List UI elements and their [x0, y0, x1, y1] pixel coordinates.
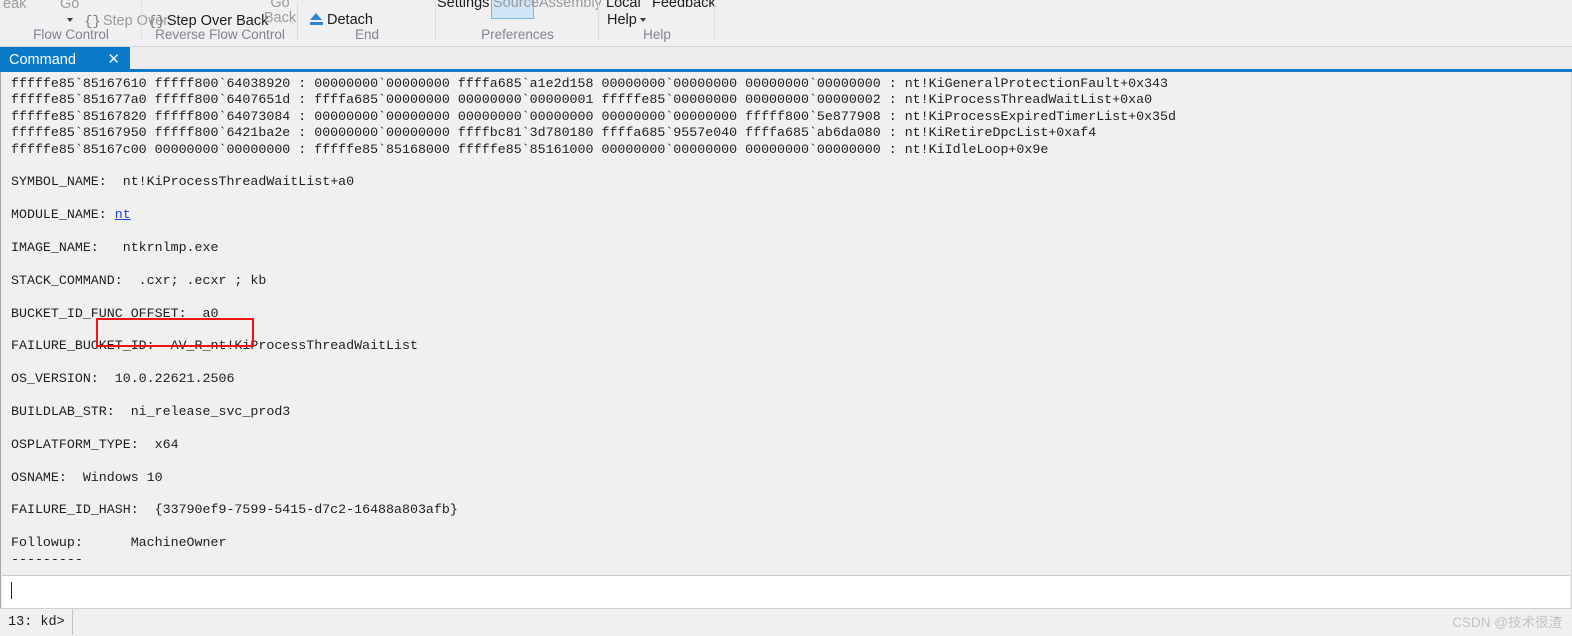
output-blank-line: [11, 388, 1567, 404]
output-field-line: BUILDLAB_STR: ni_release_svc_prod3: [11, 404, 291, 419]
ribbon-group-items: {} Step Over Back Go Back: [142, 0, 298, 30]
tab-command[interactable]: Command ✕: [0, 47, 130, 72]
ribbon-button-help-label: Help: [607, 12, 637, 28]
output-field-line: MODULE_NAME: nt: [11, 207, 131, 223]
stack-frame-row: fffffe85`851677a0 fffff800`6407651d : ff…: [11, 92, 1153, 108]
ribbon-group-label-help: Help: [643, 27, 671, 42]
output-field-line: OS_VERSION: 10.0.22621.2506: [11, 371, 235, 387]
ribbon-button-settings[interactable]: Settings: [437, 0, 489, 11]
chevron-down-icon[interactable]: [67, 18, 73, 22]
stack-frame-row: fffffe85`85167950 fffff800`6421ba2e : 00…: [11, 125, 1097, 141]
ribbon-group-help: Local Feedback Help Help: [599, 0, 716, 46]
text-cursor-icon: [11, 582, 12, 599]
command-output-pane[interactable]: fffffe85`85167610 fffff800`64038920 : 00…: [0, 72, 1572, 608]
command-input-line[interactable]: [2, 575, 1570, 608]
output-field-line: SYMBOL_NAME: nt!KiProcessThreadWaitList+…: [11, 174, 355, 190]
status-bar: 13: kd> CSDN @技术很渣: [0, 608, 1572, 636]
ribbon-button-help[interactable]: Help: [607, 12, 646, 28]
command-output-text: fffffe85`85167610 fffff800`64038920 : 00…: [11, 76, 1567, 568]
ribbon-group-items: eak Go {} Step Over: [0, 0, 168, 30]
ribbon-group-items: Detach: [298, 0, 436, 28]
chevron-down-icon[interactable]: [639, 18, 646, 23]
tab-command-label: Command: [9, 51, 76, 68]
ribbon-group-label-preferences: Preferences: [481, 27, 554, 42]
ribbon-button-source[interactable]: Source: [493, 0, 539, 11]
ribbon-group-end: Detach End: [298, 0, 436, 46]
ribbon-button-feedback[interactable]: Feedback: [652, 0, 716, 11]
module-name-link[interactable]: nt: [115, 207, 131, 222]
tab-strip: Command ✕: [0, 47, 1572, 72]
output-field-line: OSPLATFORM_TYPE: x64: [11, 436, 179, 452]
watermark: CSDN @技术很渣: [1452, 615, 1562, 630]
ribbon-group-label-end: End: [354, 27, 380, 42]
output-blank-line: [11, 355, 1567, 371]
ribbon-button-go[interactable]: Go: [60, 0, 79, 12]
output-field-line: FAILURE_ID_HASH: {33790ef9-7599-5415-d7c…: [11, 502, 458, 518]
output-blank-line: [11, 158, 1567, 174]
output-rule-line: ---------: [11, 551, 83, 567]
ribbon-group-items: Settings Source Assembly: [436, 0, 602, 26]
output-blank-line: [11, 519, 1567, 535]
ribbon-group-preferences: Settings Source Assembly Preferences: [436, 0, 602, 46]
ribbon-button-go-back-line2[interactable]: Back: [258, 11, 302, 26]
output-blank-line: [11, 322, 1567, 338]
output-blank-line: [11, 256, 1567, 272]
stack-frame-row: fffffe85`85167820 fffff800`64073084 : 00…: [11, 108, 1176, 124]
ribbon-group-reverse-flow-control: {} Step Over Back Go Back Reverse Flow Co…: [142, 0, 298, 46]
ribbon-group-label-reverse-flow-control: Reverse Flow Control: [155, 27, 285, 42]
ribbon-button-break[interactable]: eak: [3, 0, 26, 12]
output-field-line: STACK_COMMAND: .cxr; .ecxr ; kb: [11, 272, 267, 288]
ribbon-toolbar: eak Go {} Step Over Flow Control {} Step O…: [0, 0, 1572, 47]
ribbon-button-assembly[interactable]: Assembly: [539, 0, 602, 11]
ribbon-group-label-flow-control: Flow Control: [33, 27, 109, 42]
ribbon-button-local[interactable]: Local: [606, 0, 641, 11]
output-blank-line: [11, 420, 1567, 436]
output-blank-line: [11, 191, 1567, 207]
output-blank-line: [11, 224, 1567, 240]
ribbon-group-flow-control: eak Go {} Step Over Flow Control: [0, 0, 168, 46]
detach-icon: [310, 13, 323, 25]
close-icon[interactable]: ✕: [107, 52, 120, 67]
output-field-line: FAILURE_BUCKET_ID: AV_R_nt!KiProcessThre…: [11, 338, 418, 354]
output-field-line: OSNAME: Windows 10: [11, 469, 163, 485]
stack-frame-row: fffffe85`85167610 fffff800`64038920 : 00…: [11, 76, 1169, 91]
stack-frame-row: fffffe85`85167c00 00000000`00000000 : ff…: [11, 141, 1049, 157]
output-field-line: Followup: MachineOwner: [11, 535, 227, 551]
output-field-line: BUCKET_ID_FUNC_OFFSET: a0: [11, 305, 219, 321]
output-blank-line: [11, 289, 1567, 305]
ribbon-button-detach[interactable]: Detach: [310, 12, 373, 28]
debugger-prompt: 13: kd>: [0, 609, 73, 635]
output-blank-line: [11, 486, 1567, 502]
output-field-line: IMAGE_NAME: ntkrnlmp.exe: [11, 240, 219, 256]
ribbon-button-detach-label: Detach: [327, 12, 373, 28]
output-blank-line: [11, 453, 1567, 469]
ribbon-group-items: Local Feedback Help: [599, 0, 716, 28]
